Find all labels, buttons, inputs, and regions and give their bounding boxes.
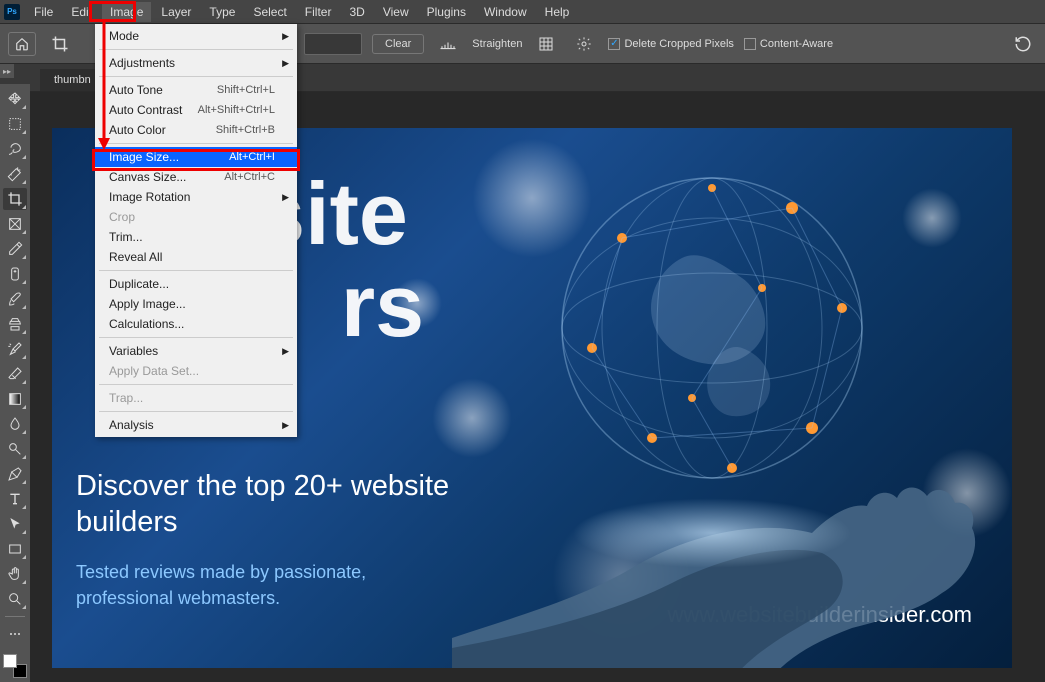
- home-icon: [15, 37, 29, 51]
- menu-item-variables[interactable]: Variables▶: [95, 341, 297, 361]
- color-swatches[interactable]: [3, 654, 27, 678]
- menu-item-auto-tone[interactable]: Auto ToneShift+Ctrl+L: [95, 80, 297, 100]
- foreground-color-swatch[interactable]: [3, 654, 17, 668]
- dodge-tool[interactable]: [3, 438, 27, 460]
- delete-cropped-option[interactable]: Delete Cropped Pixels: [608, 38, 733, 50]
- content-aware-option[interactable]: Content-Aware: [744, 38, 833, 50]
- clear-button[interactable]: Clear: [372, 34, 424, 54]
- hand-tool[interactable]: [3, 563, 27, 585]
- home-button[interactable]: [8, 32, 36, 56]
- straighten-label: Straighten: [472, 38, 522, 50]
- straighten-icon[interactable]: [434, 32, 462, 56]
- menu-item-image-size[interactable]: Image Size...Alt+Ctrl+I: [95, 147, 297, 167]
- pen-tool[interactable]: [3, 463, 27, 485]
- menu-filter[interactable]: Filter: [297, 2, 340, 22]
- grid-overlay-button[interactable]: [532, 32, 560, 56]
- menu-item-trap: Trap...: [95, 388, 297, 408]
- marquee-tool[interactable]: [3, 113, 27, 135]
- menu-3d[interactable]: 3D: [341, 2, 372, 22]
- menu-item-adjustments[interactable]: Adjustments▶: [95, 53, 297, 73]
- history-brush-tool[interactable]: [3, 338, 27, 360]
- menu-select[interactable]: Select: [245, 2, 294, 22]
- menu-item-canvas-size[interactable]: Canvas Size...Alt+Ctrl+C: [95, 167, 297, 187]
- menu-item-apply-image[interactable]: Apply Image...: [95, 294, 297, 314]
- menu-type[interactable]: Type: [201, 2, 243, 22]
- delete-cropped-checkbox[interactable]: [608, 38, 620, 50]
- tools-panel: [0, 84, 30, 682]
- eyedropper-tool[interactable]: [3, 238, 27, 260]
- image-menu-dropdown: Mode▶ Adjustments▶ Auto ToneShift+Ctrl+L…: [95, 24, 297, 437]
- menu-layer[interactable]: Layer: [153, 2, 199, 22]
- menu-item-apply-data-set: Apply Data Set...: [95, 361, 297, 381]
- menu-item-mode[interactable]: Mode▶: [95, 26, 297, 46]
- zoom-tool[interactable]: [3, 588, 27, 610]
- crop-tool[interactable]: [3, 188, 27, 210]
- panel-expand-handle[interactable]: ▸▸: [0, 64, 14, 78]
- menu-plugins[interactable]: Plugins: [419, 2, 474, 22]
- menu-bar: Ps File Edit Image Layer Type Select Fil…: [0, 0, 1045, 24]
- gradient-tool[interactable]: [3, 388, 27, 410]
- canvas-tagline: Tested reviews made by passionate, profe…: [76, 559, 466, 611]
- menu-item-crop: Crop: [95, 207, 297, 227]
- type-tool[interactable]: [3, 488, 27, 510]
- menu-window[interactable]: Window: [476, 2, 535, 22]
- canvas-subtitle: Discover the top 20+ website builders: [76, 468, 466, 541]
- crop-tool-icon[interactable]: [46, 32, 74, 56]
- menu-file[interactable]: File: [26, 2, 61, 22]
- app-logo: Ps: [4, 4, 20, 20]
- menu-image[interactable]: Image: [102, 2, 151, 22]
- brush-tool[interactable]: [3, 288, 27, 310]
- menu-item-calculations[interactable]: Calculations...: [95, 314, 297, 334]
- menu-item-duplicate[interactable]: Duplicate...: [95, 274, 297, 294]
- crop-ratio-field[interactable]: [304, 33, 362, 55]
- menu-item-reveal-all[interactable]: Reveal All: [95, 247, 297, 267]
- reset-button[interactable]: [1009, 32, 1037, 56]
- menu-item-image-rotation[interactable]: Image Rotation▶: [95, 187, 297, 207]
- rectangle-tool[interactable]: [3, 538, 27, 560]
- path-select-tool[interactable]: [3, 513, 27, 535]
- menu-item-analysis[interactable]: Analysis▶: [95, 415, 297, 435]
- magic-wand-tool[interactable]: [3, 163, 27, 185]
- spot-heal-tool[interactable]: [3, 263, 27, 285]
- crop-settings-button[interactable]: [570, 32, 598, 56]
- blur-tool[interactable]: [3, 413, 27, 435]
- menu-item-auto-color[interactable]: Auto ColorShift+Ctrl+B: [95, 120, 297, 140]
- menu-item-trim[interactable]: Trim...: [95, 227, 297, 247]
- menu-view[interactable]: View: [375, 2, 417, 22]
- menu-help[interactable]: Help: [537, 2, 578, 22]
- clone-stamp-tool[interactable]: [3, 313, 27, 335]
- content-aware-checkbox[interactable]: [744, 38, 756, 50]
- menu-item-auto-contrast[interactable]: Auto ContrastAlt+Shift+Ctrl+L: [95, 100, 297, 120]
- menu-edit[interactable]: Edit: [63, 2, 100, 22]
- eraser-tool[interactable]: [3, 363, 27, 385]
- edit-toolbar-button[interactable]: [3, 623, 27, 645]
- frame-tool[interactable]: [3, 213, 27, 235]
- lasso-tool[interactable]: [3, 138, 27, 160]
- move-tool[interactable]: [3, 88, 27, 110]
